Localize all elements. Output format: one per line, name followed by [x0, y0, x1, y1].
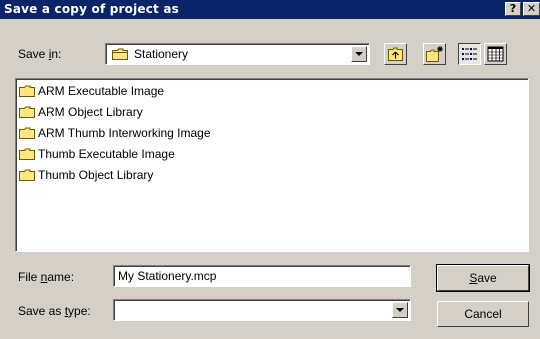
up-one-level-button[interactable]: [384, 43, 407, 65]
details-view-button[interactable]: [484, 43, 507, 65]
title-bar[interactable]: Save a copy of project as ? ✕: [0, 0, 540, 19]
close-button[interactable]: ✕: [523, 2, 540, 16]
folder-icon: [19, 127, 35, 139]
list-item-label: Thumb Executable Image: [38, 147, 175, 161]
file-name-value: My Stationery.mcp: [118, 269, 217, 283]
new-folder-icon: [426, 46, 443, 62]
list-item[interactable]: ARM Thumb Interworking Image: [19, 125, 211, 141]
save-in-label: Save in:: [18, 47, 62, 61]
chevron-down-icon[interactable]: [351, 46, 367, 62]
window-title: Save a copy of project as: [4, 2, 180, 16]
cancel-button[interactable]: Cancel: [437, 301, 529, 327]
list-item-label: ARM Object Library: [38, 105, 143, 119]
folder-icon: [112, 48, 128, 60]
list-item-label: ARM Executable Image: [38, 84, 165, 98]
folder-icon: [19, 169, 35, 181]
chevron-down-icon[interactable]: [392, 302, 408, 318]
up-one-level-icon: [388, 47, 403, 61]
list-item[interactable]: Thumb Executable Image: [19, 146, 175, 162]
list-item-label: Thumb Object Library: [38, 168, 154, 182]
folder-icon: [19, 148, 35, 160]
save-in-dropdown[interactable]: Stationery: [105, 43, 370, 65]
save-button[interactable]: Save: [436, 264, 530, 292]
list-item-label: ARM Thumb Interworking Image: [38, 126, 211, 140]
save-as-type-dropdown[interactable]: [113, 299, 411, 321]
folder-icon: [19, 85, 35, 97]
folder-icon: [19, 106, 35, 118]
list-item[interactable]: ARM Executable Image: [19, 83, 164, 99]
save-copy-dialog: Save a copy of project as ? ✕ Save in: S…: [0, 0, 540, 339]
new-folder-button[interactable]: [423, 43, 446, 65]
list-item[interactable]: Thumb Object Library: [19, 167, 153, 183]
help-button[interactable]: ?: [505, 2, 521, 16]
save-as-type-label: Save as type:: [18, 304, 91, 318]
list-item[interactable]: ARM Object Library: [19, 104, 143, 120]
save-in-value: Stationery: [134, 47, 189, 61]
list-view-icon: [462, 48, 477, 60]
file-list[interactable]: ARM Executable Image ARM Object Library …: [15, 78, 529, 252]
file-name-field[interactable]: My Stationery.mcp: [113, 265, 411, 287]
list-view-button[interactable]: [458, 43, 481, 65]
file-name-label: File name:: [18, 270, 75, 284]
details-view-icon: [487, 46, 504, 62]
